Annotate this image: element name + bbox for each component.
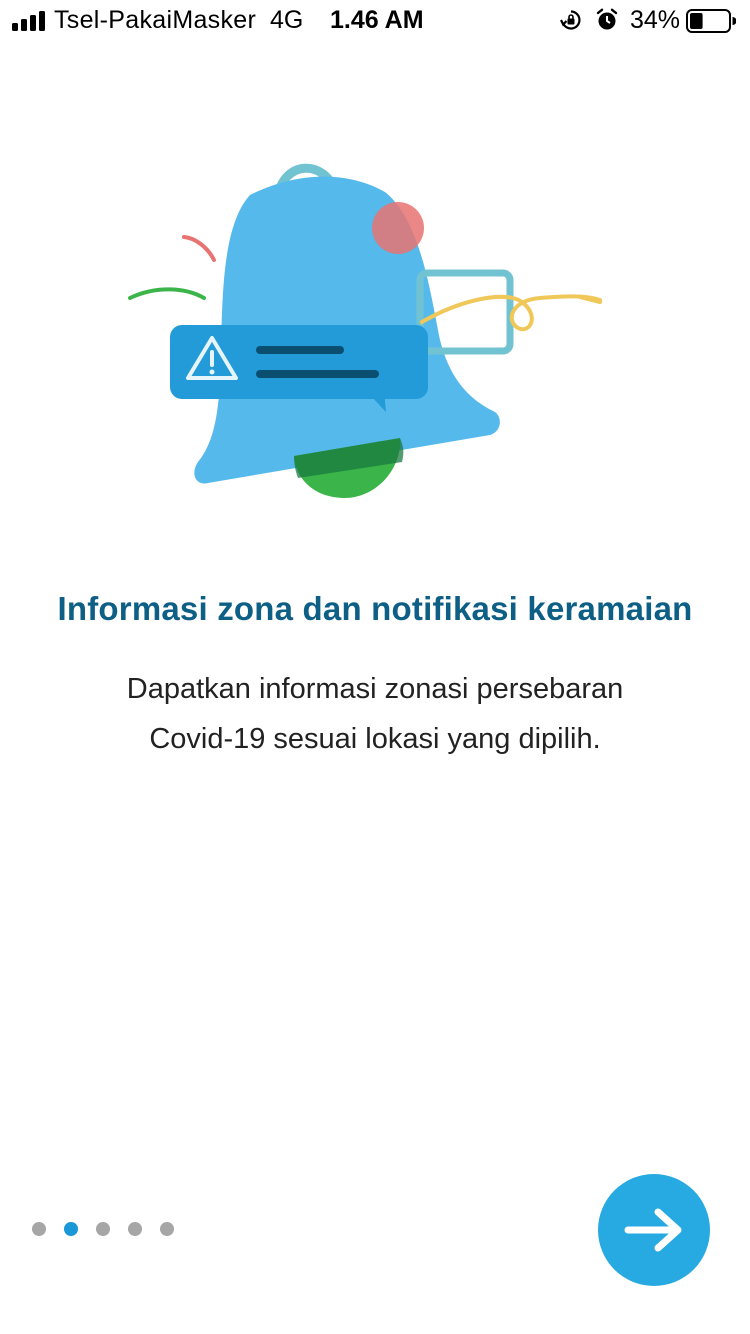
pager-dot[interactable] xyxy=(128,1222,142,1236)
battery-percent: 34% xyxy=(630,6,681,34)
pager-dot[interactable] xyxy=(32,1222,46,1236)
orientation-lock-icon xyxy=(560,10,581,30)
arrow-right-icon xyxy=(624,1208,682,1252)
signal-icon xyxy=(12,11,48,31)
status-bar: Tsel-PakaiMasker 4G 1.46 AM 34% xyxy=(0,0,750,42)
page-indicator xyxy=(32,1222,174,1238)
description-line-1: Dapatkan informasi zonasi persebaran xyxy=(126,673,624,705)
bell-notification-illustration xyxy=(128,163,602,498)
network-type: 4G xyxy=(270,6,304,34)
next-button[interactable] xyxy=(598,1174,710,1286)
carrier-name: Tsel-PakaiMasker xyxy=(54,6,257,34)
onboarding-title: Informasi zona dan notifikasi keramaian xyxy=(57,590,693,627)
alarm-icon xyxy=(596,8,618,30)
pager-dot[interactable] xyxy=(160,1222,174,1236)
pager-dot-active[interactable] xyxy=(64,1222,78,1236)
onboarding-description: Dapatkan informasi zonasi persebaran Cov… xyxy=(60,664,690,764)
description-line-2: Covid-19 sesuai lokasi yang dipilih. xyxy=(149,723,601,755)
status-time: 1.46 AM xyxy=(330,6,424,34)
battery-icon xyxy=(686,9,736,33)
pager-dot[interactable] xyxy=(96,1222,110,1236)
